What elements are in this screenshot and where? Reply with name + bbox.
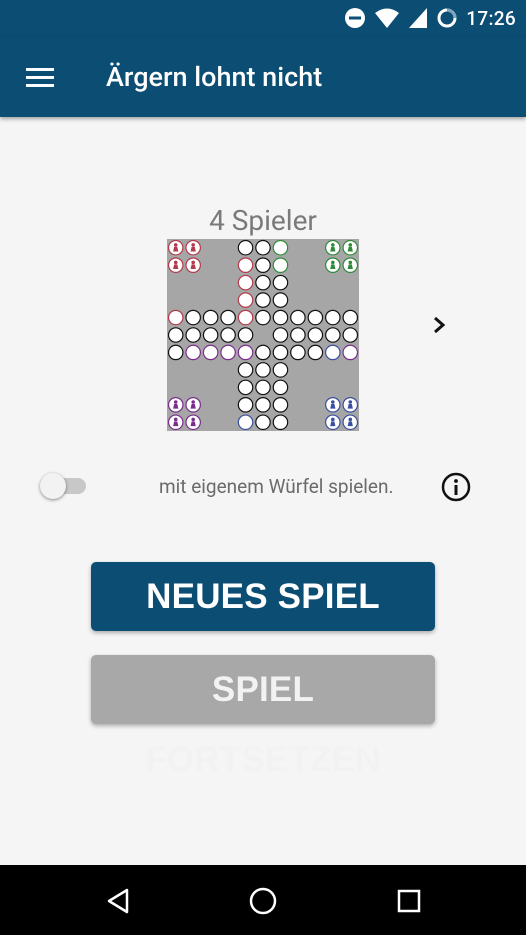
board-field (307, 309, 324, 326)
board-field (342, 309, 359, 326)
signal-icon (409, 8, 428, 28)
board-field (255, 379, 271, 396)
board-field (167, 344, 184, 361)
board-field (255, 257, 271, 273)
status-bar: 17:26 (0, 0, 526, 37)
board-field (202, 309, 219, 326)
board-field (202, 327, 219, 343)
app-bar: Ärgern lohnt nicht (0, 37, 526, 117)
board-field (307, 344, 324, 361)
board-field (290, 309, 306, 326)
board-field (255, 362, 271, 378)
board-field (325, 344, 341, 361)
board-field (272, 309, 289, 326)
board-field (272, 397, 289, 413)
hamburger-menu-icon[interactable] (22, 59, 58, 95)
own-dice-toggle[interactable] (40, 471, 90, 501)
board-field (185, 344, 201, 361)
board-field (237, 379, 254, 396)
status-icons: 17:26 (344, 6, 516, 30)
board-field (290, 327, 306, 343)
board-field (220, 309, 236, 326)
board-field (272, 327, 289, 343)
own-dice-label: mit eigenem Würfel spielen. (159, 475, 394, 498)
board-field (272, 344, 289, 361)
recents-icon[interactable] (389, 881, 429, 921)
board-field (237, 414, 254, 431)
board-field (255, 397, 271, 413)
board-field (237, 274, 254, 291)
board-field (237, 397, 254, 413)
board-field (255, 309, 271, 326)
board-field (325, 309, 341, 326)
chevron-right-icon[interactable] (428, 313, 450, 337)
board-field (237, 362, 254, 378)
board-field (237, 257, 254, 273)
board-field (272, 379, 289, 396)
board-field (272, 274, 289, 291)
back-icon[interactable] (98, 881, 138, 921)
board-field (272, 414, 289, 431)
game-board-preview (167, 239, 359, 431)
board-field (237, 309, 254, 326)
home-icon[interactable] (243, 881, 283, 921)
board-field (237, 327, 254, 343)
battery-charging-icon (437, 8, 457, 28)
board-field (167, 327, 184, 343)
board-field (255, 414, 271, 431)
wifi-icon (375, 8, 400, 28)
board-field (237, 239, 254, 256)
navigation-bar (0, 865, 526, 935)
board-field (255, 344, 271, 361)
board-field (325, 327, 341, 343)
board-field (255, 292, 271, 308)
board-field (185, 309, 201, 326)
board-field (342, 344, 359, 361)
board-field (272, 292, 289, 308)
board-field (185, 327, 201, 343)
board-field (272, 362, 289, 378)
app-title: Ärgern lohnt nicht (106, 61, 323, 93)
board-field (272, 239, 289, 256)
toggle-thumb (40, 473, 66, 499)
board-field (167, 309, 184, 326)
continue-game-button[interactable]: SPIEL FORTSETZEN (91, 655, 435, 779)
board-field (220, 344, 236, 361)
main-content: 4 Spieler mit eigenem Würfel spielen. NE… (0, 117, 526, 865)
board-field (307, 327, 324, 343)
board-field (255, 239, 271, 256)
info-icon[interactable] (440, 471, 472, 503)
status-time: 17:26 (466, 6, 516, 30)
board-field (237, 292, 254, 308)
do-not-disturb-icon (345, 8, 366, 28)
players-count-label: 4 Spieler (209, 204, 317, 237)
board-field (202, 344, 219, 361)
board-field (255, 274, 271, 291)
new-game-button[interactable]: NEUES SPIEL (91, 562, 435, 631)
board-field (237, 344, 254, 361)
board-field (272, 257, 289, 273)
board-field (220, 327, 236, 343)
board-field (342, 327, 359, 343)
board-field (290, 344, 306, 361)
